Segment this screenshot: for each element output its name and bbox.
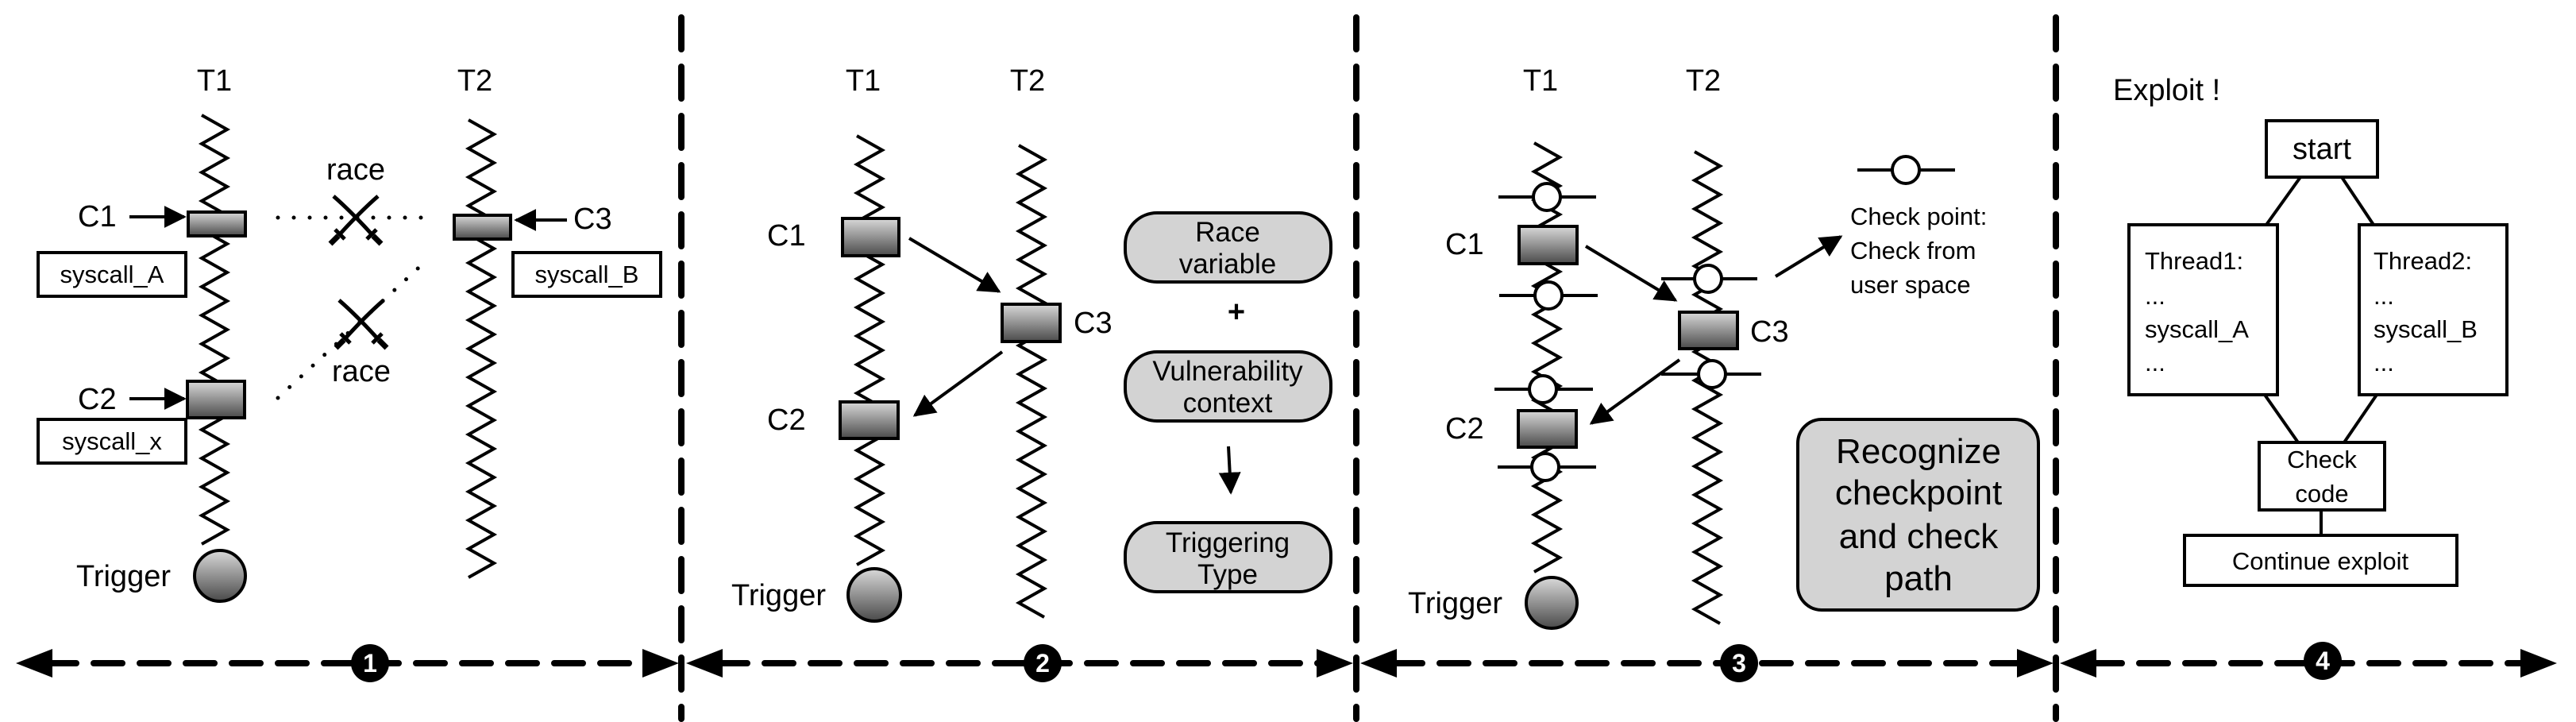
start-text: start (2293, 133, 2351, 166)
checkpoint-legend: Check point: Check from user space (1774, 155, 1987, 299)
thread-label-t1: T1 (846, 64, 881, 98)
trigger-label: Trigger (1408, 587, 1502, 620)
step-number: 4 (2316, 647, 2330, 675)
trigger-circle-icon (193, 549, 247, 603)
thread1-line: Thread1: (2145, 247, 2243, 275)
thread1-line: syscall_A (2145, 315, 2249, 343)
checkpoint-circle-icon (1697, 359, 1727, 389)
plus-sign: + (1228, 295, 1245, 329)
recognize-text: path (1884, 559, 1953, 598)
trigger-circle-icon (846, 567, 902, 623)
syscall-x-label: syscall_x (62, 427, 162, 455)
thread-t1-line (853, 134, 886, 566)
thread2-line: ... (2374, 282, 2394, 310)
panel-3-checkpoint-recognition: T1 T2 C1 C2 C3 Trigger Check point: Chec… (1408, 64, 2040, 630)
c3-label: C3 (1750, 315, 1789, 349)
c2-label: C2 (78, 383, 117, 416)
c3-label: C3 (573, 203, 612, 236)
code-block-c1 (841, 217, 900, 257)
step-number: 1 (363, 649, 377, 678)
thread-label-t2: T2 (1686, 64, 1721, 98)
pill-text: variable (1179, 249, 1277, 280)
race-label-top: race (326, 153, 385, 187)
c2-label: C2 (767, 403, 806, 437)
checkpoint-circle-icon (1530, 452, 1560, 482)
thread-t2-line (1015, 144, 1048, 619)
phase-arrow-2: 2 (686, 644, 1353, 682)
recognize-text: Recognize (1836, 432, 2001, 471)
checkpoint-circle-icon (1891, 155, 1921, 185)
checkpoint-circle-icon (1528, 374, 1558, 404)
thread-label-t1: T1 (197, 64, 232, 98)
c1-label: C1 (767, 219, 806, 253)
code-block-c3 (1678, 311, 1739, 350)
code-block-c2 (186, 380, 246, 419)
step-number: 3 (1732, 649, 1746, 678)
continue-exploit-text: Continue exploit (2232, 547, 2409, 575)
panel-4-exploit: Exploit ! start Thread1: ... syscall_A .… (2113, 74, 2509, 587)
crossed-swords-icon (336, 300, 387, 348)
trigger-label: Trigger (76, 560, 171, 593)
legend-text: user space (1850, 271, 1971, 299)
trigger-label: Trigger (731, 579, 826, 612)
thread-t1-line (198, 114, 231, 546)
thread2-line: ... (2374, 349, 2394, 376)
thread1-line: ... (2145, 349, 2165, 376)
phase-arrow-4: 4 (2060, 642, 2557, 680)
race-label-bottom: race (332, 355, 391, 388)
check-code-text: code (2295, 480, 2348, 508)
c1-label: C1 (78, 200, 117, 234)
phase-arrow-3: 3 (1360, 644, 2053, 682)
code-block-c3 (1001, 303, 1062, 343)
recognize-text: checkpoint (1835, 473, 2002, 512)
panel-2-vulnerability-analysis: T1 T2 C1 C2 C3 Trigger Race variable + V… (731, 64, 1332, 623)
checkpoint-circle-icon (1693, 264, 1723, 294)
thread1-line: ... (2145, 282, 2165, 310)
crossed-swords-icon (330, 196, 381, 244)
thread-label-t2: T2 (1010, 64, 1045, 98)
pill-text: Triggering (1166, 527, 1290, 558)
code-block-c1 (1517, 225, 1579, 265)
checkpoint-circle-icon (1532, 182, 1562, 212)
phase-arrow-1: 1 (16, 644, 679, 682)
recognize-text: and check (1839, 517, 1999, 556)
thread-label-t2: T2 (457, 64, 492, 98)
legend-text: Check point: (1850, 203, 1987, 230)
code-block-c2 (839, 400, 900, 440)
exploit-title: Exploit ! (2113, 74, 2220, 107)
race-exploit-diagram: 1 2 3 4 T1 T2 C1 syscall_A C2 syscall_x (16, 14, 2557, 722)
pill-text: Vulnerability (1152, 356, 1303, 387)
checkpoint-circle-icon (1533, 280, 1564, 311)
thread2-line: Thread2: (2374, 247, 2472, 275)
c2-label: C2 (1445, 412, 1484, 446)
code-block-c3 (453, 214, 512, 241)
pill-text: context (1183, 388, 1273, 419)
panel-1-race-identification: T1 T2 C1 syscall_A C2 syscall_x C3 sysca… (37, 64, 662, 603)
syscall-a-label: syscall_A (60, 261, 164, 288)
c3-label: C3 (1074, 307, 1113, 340)
step-number: 2 (1035, 649, 1050, 678)
c1-label: C1 (1445, 228, 1484, 261)
pill-text: Race (1195, 217, 1260, 248)
pill-text: Type (1197, 559, 1258, 590)
check-code-text: Check (2287, 446, 2357, 473)
thread-label-t1: T1 (1523, 64, 1558, 98)
thread-t2-line (465, 118, 498, 579)
code-block-c2 (1517, 409, 1578, 449)
trigger-circle-icon (1525, 576, 1579, 630)
syscall-b-label: syscall_B (535, 261, 639, 288)
legend-text: Check from (1850, 237, 1976, 264)
thread2-line: syscall_B (2374, 315, 2478, 343)
code-block-c1 (187, 210, 247, 237)
